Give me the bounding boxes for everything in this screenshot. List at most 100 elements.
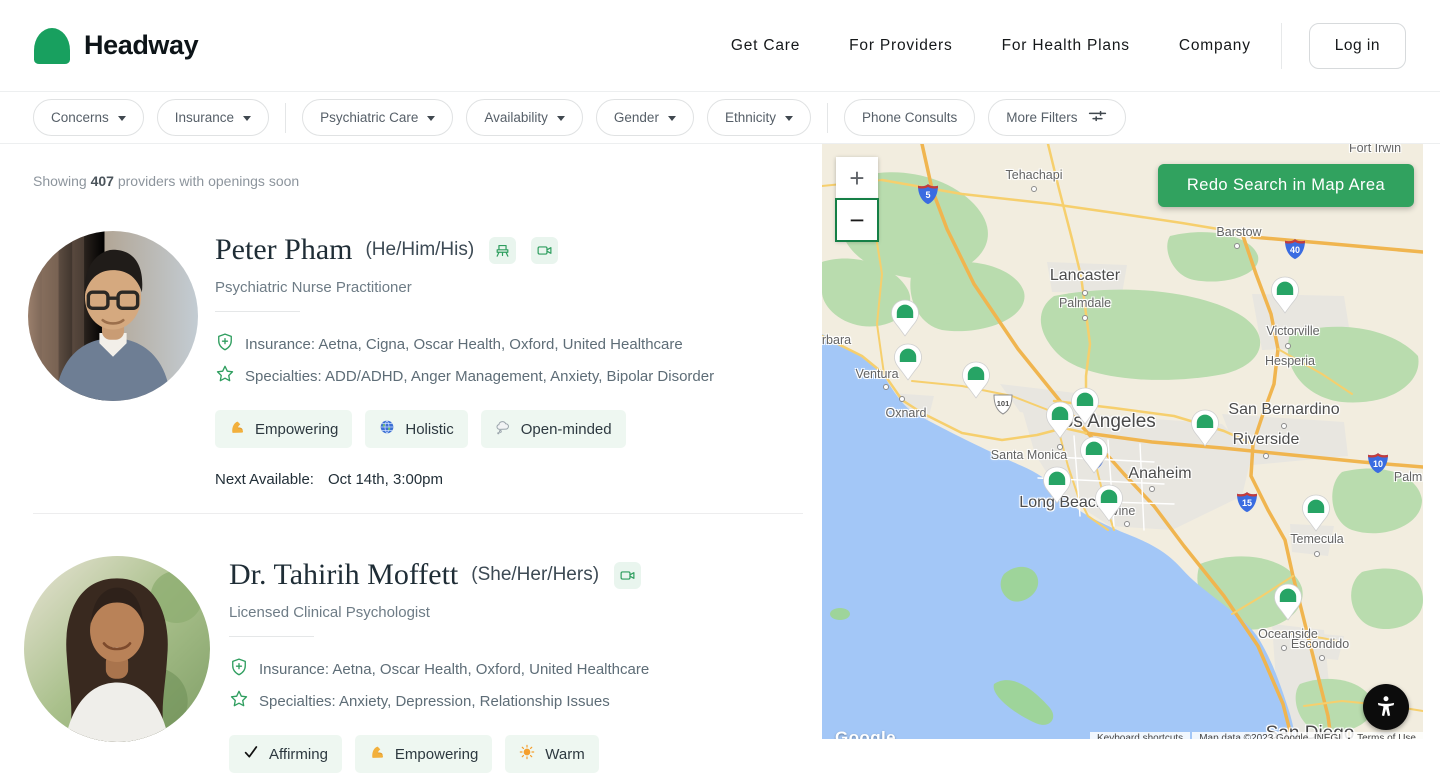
trait-badge-empowering: Empowering <box>215 410 352 448</box>
video-session-icon <box>614 562 641 589</box>
map-town-dot <box>1234 243 1240 249</box>
provider-map-pin[interactable] <box>961 361 991 399</box>
provider-photo[interactable] <box>28 231 198 401</box>
svg-text:15: 15 <box>1242 498 1252 508</box>
provider-map-pin[interactable] <box>893 343 923 381</box>
provider-name[interactable]: Dr. Tahirih Moffett <box>229 558 458 592</box>
filter-insurance[interactable]: Insurance <box>157 99 269 136</box>
map-town-dot <box>1314 551 1320 557</box>
filter-psychiatric-care[interactable]: Psychiatric Care <box>302 99 453 136</box>
map-label-temecula: Temecula <box>1290 532 1344 546</box>
provider-name-row: Dr. Tahirih Moffett(She/Her/Hers) <box>229 558 649 592</box>
map-label-tehachapi: Tehachapi <box>1006 168 1063 182</box>
provider-card-body: Dr. Tahirih Moffett(She/Her/Hers)License… <box>229 556 649 777</box>
provider-title: Psychiatric Nurse Practitioner <box>215 279 714 296</box>
shield-plus-icon <box>229 657 249 681</box>
filter-lines-icon <box>1087 108 1108 127</box>
summary-prefix: Showing <box>33 173 87 189</box>
chevron-down-icon <box>557 116 565 121</box>
flex-arm-icon <box>229 419 245 439</box>
chevron-down-icon <box>785 116 793 121</box>
filter-concerns[interactable]: Concerns <box>33 99 144 136</box>
provider-card: Peter Pham(He/Him/His)Psychiatric Nurse … <box>33 231 822 488</box>
provider-map-pin[interactable] <box>1301 494 1331 532</box>
interstate-40-shield: 40 <box>1283 238 1307 265</box>
map-town-dot <box>1149 486 1155 492</box>
provider-photo[interactable] <box>24 556 210 742</box>
trait-badge-holistic: Holistic <box>365 410 467 448</box>
summary-suffix: providers with openings soon <box>118 173 299 189</box>
provider-map-pin[interactable] <box>1045 401 1075 439</box>
trait-badge-warm: Warm <box>505 735 598 773</box>
next-available-time: Oct 14th, 3:00pm <box>328 471 443 488</box>
shield-plus-icon <box>215 332 235 356</box>
provider-map-pin[interactable] <box>1094 484 1124 522</box>
next-available: Next Available:Oct 14th, 3:00pm <box>215 471 714 488</box>
filter-label: Phone Consults <box>862 110 957 125</box>
provider-map-pin[interactable] <box>1273 583 1303 621</box>
trait-badge-open-minded: Open-minded <box>481 410 626 448</box>
provider-map-pin[interactable] <box>890 299 920 337</box>
badge-label: Empowering <box>255 421 338 438</box>
site-header: Headway Get Care For Providers For Health … <box>0 0 1440 92</box>
video-session-icon <box>531 237 558 264</box>
nav-item-for-providers[interactable]: For Providers <box>849 37 952 55</box>
zoom-in-button[interactable]: + <box>836 157 878 199</box>
google-logo: Google <box>835 728 896 739</box>
map-label-riverside: Riverside <box>1233 431 1300 449</box>
interstate-10-shield: 10 <box>1366 452 1390 479</box>
filter-phone-consults[interactable]: Phone Consults <box>844 99 975 136</box>
nav-item-for-health-plans[interactable]: For Health Plans <box>1002 37 1130 55</box>
star-icon <box>229 689 249 713</box>
brand-logo[interactable]: Headway <box>34 28 198 64</box>
provider-map-pin[interactable] <box>1270 276 1300 314</box>
map-label-hesperia: Hesperia <box>1265 354 1315 368</box>
filter-label: More Filters <box>1006 110 1077 125</box>
map-label-barstow: Barstow <box>1216 225 1261 239</box>
redo-search-button[interactable]: Redo Search in Map Area <box>1158 164 1414 207</box>
map-town-dot <box>899 396 905 402</box>
accessibility-button[interactable] <box>1363 684 1409 730</box>
filter-gender[interactable]: Gender <box>596 99 694 136</box>
nav-divider <box>1281 23 1282 69</box>
chevron-down-icon <box>243 116 251 121</box>
map-town-dot <box>883 384 889 390</box>
attribution-text[interactable]: Terms of Use <box>1350 732 1423 739</box>
provider-card: Dr. Tahirih Moffett(She/Her/Hers)License… <box>33 556 822 777</box>
specialties-row: Specialties: ADD/ADHD, Anger Management,… <box>215 364 714 388</box>
map-label-palm-s: Palm S <box>1394 470 1423 484</box>
results-summary: Showing 407 providers with openings soon <box>33 173 822 189</box>
interstate-15-shield: 15 <box>1235 491 1259 518</box>
provider-card-body: Peter Pham(He/Him/His)Psychiatric Nurse … <box>215 231 714 488</box>
filter-more-filters[interactable]: More Filters <box>988 99 1125 136</box>
interstate-5-shield: 5 <box>916 183 940 210</box>
zoom-out-button[interactable]: − <box>836 199 878 241</box>
sun-icon <box>519 744 535 764</box>
attribution-text[interactable]: Map data ©2023 Google, INEGI <box>1192 732 1348 739</box>
svg-text:10: 10 <box>1373 459 1383 469</box>
trait-badge-empowering: Empowering <box>355 735 492 773</box>
provider-map-pin[interactable] <box>1042 466 1072 504</box>
provider-map-pin[interactable] <box>1190 409 1220 447</box>
map-town-dot <box>1281 423 1287 429</box>
badge-label: Open-minded <box>521 421 612 438</box>
provider-map-pin[interactable] <box>1079 436 1109 474</box>
provider-name[interactable]: Peter Pham <box>215 233 352 267</box>
login-button[interactable]: Log in <box>1309 23 1406 69</box>
results-count: 407 <box>91 173 114 189</box>
chevron-down-icon <box>427 116 435 121</box>
insurance-row: Insurance: Aetna, Oscar Health, Oxford, … <box>229 657 649 681</box>
nav-item-get-care[interactable]: Get Care <box>731 37 800 55</box>
attribution-text[interactable]: Keyboard shortcuts <box>1090 732 1190 739</box>
chevron-down-icon <box>118 116 126 121</box>
nav-item-company[interactable]: Company <box>1179 37 1251 55</box>
filter-label: Availability <box>484 110 548 125</box>
main-nav: Get Care For Providers For Health Plans Com… <box>731 37 1251 55</box>
badge-label: Empowering <box>395 746 478 763</box>
map-label-san-bernardino: San Bernardino <box>1228 401 1339 419</box>
globe-icon <box>379 419 395 439</box>
filter-group-divider <box>285 103 286 133</box>
filter-ethnicity[interactable]: Ethnicity <box>707 99 811 136</box>
filter-availability[interactable]: Availability <box>466 99 583 136</box>
map-canvas[interactable]: + − Redo Search in Map Area Fort IrwinTe… <box>822 144 1423 739</box>
